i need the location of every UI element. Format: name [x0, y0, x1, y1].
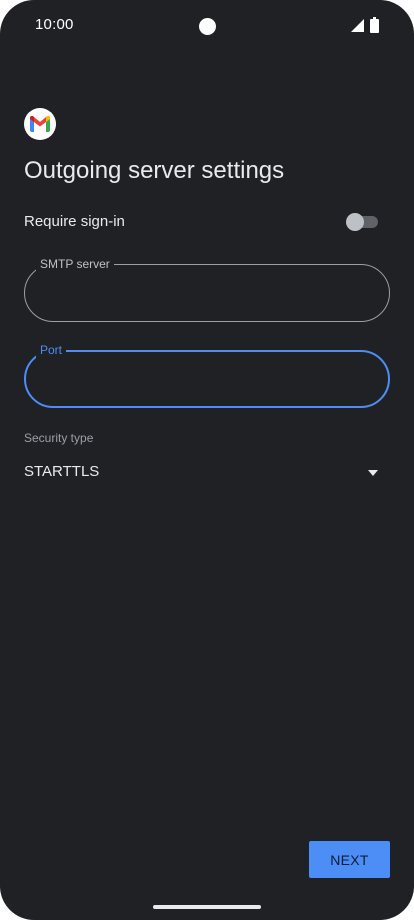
- status-time: 10:00: [35, 16, 74, 33]
- port-input[interactable]: [44, 368, 364, 392]
- next-button[interactable]: NEXT: [309, 841, 390, 878]
- security-type-dropdown[interactable]: STARTTLS: [24, 454, 390, 488]
- security-type-label: Security type: [24, 431, 94, 445]
- page-title: Outgoing server settings: [24, 157, 285, 184]
- home-indicator[interactable]: [153, 905, 261, 909]
- status-bar: 10:00: [0, 0, 414, 52]
- signal-icon: [351, 19, 364, 37]
- dropdown-arrow-icon: [368, 463, 378, 481]
- camera-cutout: [199, 18, 216, 35]
- toggle-thumb: [346, 213, 364, 231]
- port-field[interactable]: Port: [24, 342, 390, 408]
- smtp-server-field[interactable]: SMTP server: [24, 256, 390, 322]
- smtp-server-label: SMTP server: [36, 256, 114, 272]
- gmail-logo-icon: [24, 108, 56, 140]
- port-label: Port: [36, 342, 67, 358]
- security-type-value: STARTTLS: [24, 463, 100, 480]
- require-signin-label: Require sign-in: [24, 213, 125, 230]
- require-signin-toggle[interactable]: [346, 213, 378, 231]
- smtp-server-input[interactable]: [43, 281, 363, 305]
- phone-screen: 10:00 Outgoing server settings Require s…: [0, 0, 414, 920]
- battery-icon: [370, 17, 379, 38]
